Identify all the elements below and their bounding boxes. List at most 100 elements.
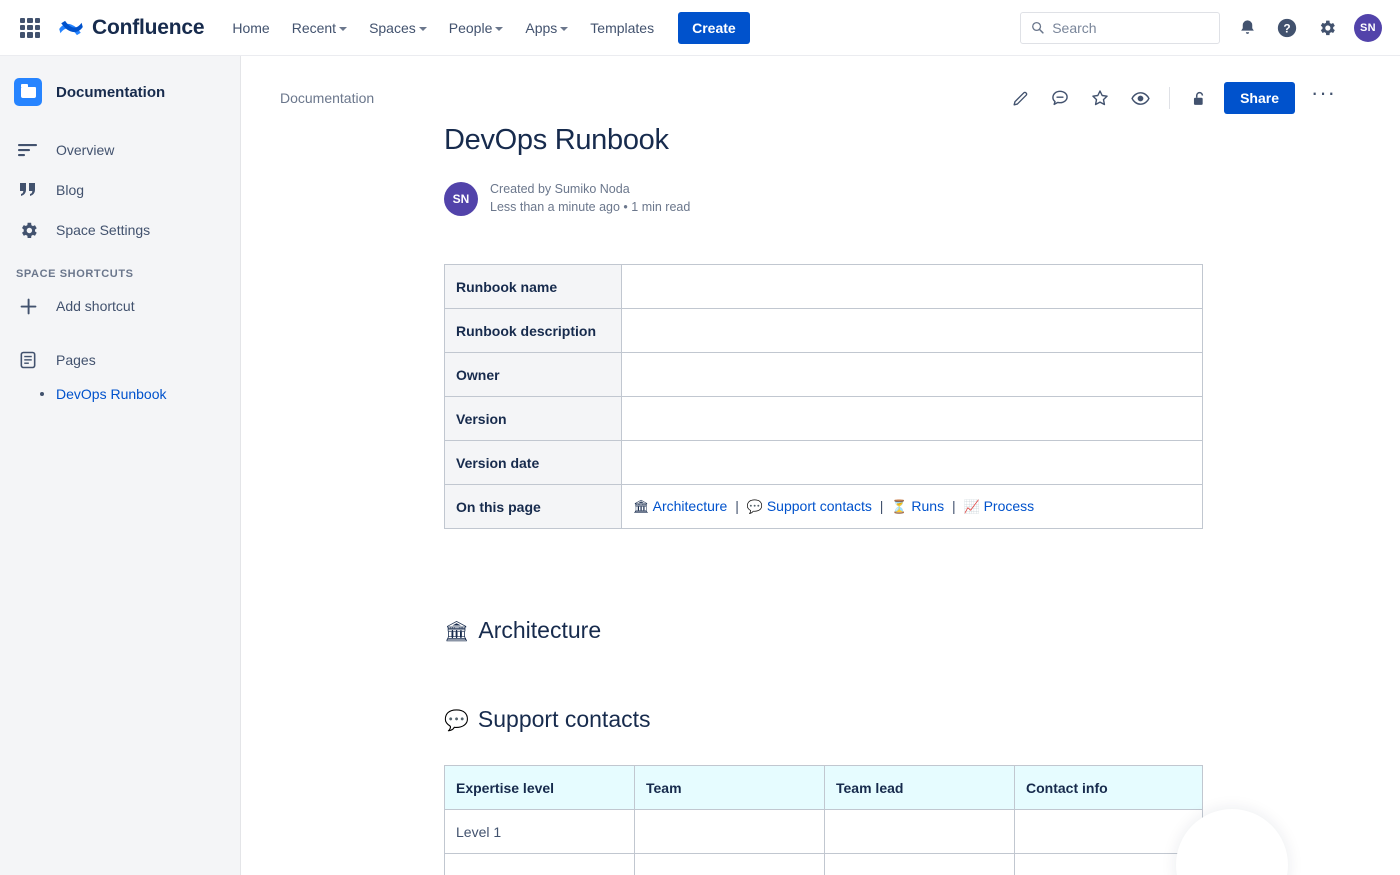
share-button[interactable]: Share <box>1224 82 1296 114</box>
toc-link-process[interactable]: Process <box>984 498 1035 514</box>
table-of-contents-cell: 🏛 Architecture | 💬 Support contacts | ⏳ … <box>621 484 1203 529</box>
sidebar-section-heading: SPACE SHORTCUTS <box>16 268 134 280</box>
lines-icon <box>16 142 40 158</box>
sidebar-item-add-shortcut[interactable]: Add shortcut <box>0 286 240 326</box>
nav-item-templates[interactable]: Templates <box>580 13 664 43</box>
page-byline: SN Created by Sumiko Noda Less than a mi… <box>444 181 1340 216</box>
sidebar-item-blog[interactable]: Blog <box>0 170 240 210</box>
star-button[interactable] <box>1085 83 1115 113</box>
table-row: Runbook name <box>444 264 1203 309</box>
app-switcher-icon[interactable] <box>18 16 42 40</box>
hourglass-emoji-icon: ⏳ <box>891 500 908 515</box>
column-header: Expertise level <box>444 765 635 810</box>
space-name: Documentation <box>56 83 166 101</box>
sidebar-item-overview[interactable]: Overview <box>0 130 240 170</box>
space-sidebar: Documentation Overview Blog Space Settin… <box>0 56 241 875</box>
plus-icon <box>16 296 40 317</box>
gear-icon <box>16 220 40 241</box>
top-navigation-bar: Confluence Home Recent Spaces People App… <box>0 0 1400 56</box>
sidebar-nav-list: Overview Blog Space Settings SPACE SHORT… <box>0 130 240 408</box>
row-value[interactable] <box>621 396 1203 441</box>
cell-team[interactable] <box>634 853 825 875</box>
cell-team-lead[interactable] <box>824 809 1015 854</box>
row-label: Version date <box>444 440 622 485</box>
pages-icon <box>16 350 40 370</box>
space-avatar-icon <box>14 78 42 106</box>
row-value[interactable] <box>621 352 1203 397</box>
cell-team[interactable] <box>634 809 825 854</box>
search-input[interactable] <box>1052 19 1209 36</box>
cell-contact-info[interactable] <box>1014 809 1203 854</box>
sidebar-item-space-settings[interactable]: Space Settings <box>0 210 240 250</box>
created-by-text: Created by Sumiko Noda <box>490 182 630 196</box>
heading-text: Architecture <box>478 617 602 643</box>
create-button[interactable]: Create <box>678 11 750 44</box>
nav-item-label: Spaces <box>369 19 416 36</box>
chevron-down-icon <box>495 26 504 31</box>
pencil-icon <box>1013 91 1027 106</box>
cell-expertise-level[interactable] <box>444 853 635 875</box>
help-button[interactable]: ? <box>1274 15 1300 41</box>
row-value[interactable] <box>621 308 1203 353</box>
toc-link-support-contacts[interactable]: Support contacts <box>767 498 872 514</box>
nav-item-apps[interactable]: Apps <box>515 13 578 43</box>
toc-link-runs[interactable]: Runs <box>911 498 944 514</box>
unlock-icon <box>1193 91 1203 105</box>
watch-button[interactable] <box>1125 83 1155 113</box>
confluence-logo-link[interactable]: Confluence <box>58 15 205 41</box>
sidebar-page-devops-runbook[interactable]: DevOps Runbook <box>0 380 240 408</box>
chevron-down-icon <box>560 26 569 31</box>
comment-button[interactable] <box>1045 83 1075 113</box>
confluence-logo-icon <box>59 20 83 35</box>
support-contacts-table: Expertise level Team Team lead Contact i… <box>444 765 1203 875</box>
cell-expertise-level[interactable]: Level 1 <box>444 809 635 854</box>
row-value[interactable] <box>621 264 1203 309</box>
row-label: Runbook description <box>444 308 622 353</box>
notifications-button[interactable] <box>1234 15 1260 41</box>
edit-button[interactable] <box>1005 83 1035 113</box>
document-body: DevOps Runbook SN Created by Sumiko Noda… <box>242 124 1400 875</box>
table-row: Version date <box>444 440 1203 485</box>
column-header: Contact info <box>1014 765 1203 810</box>
author-avatar: SN <box>444 181 478 216</box>
search-box[interactable] <box>1020 11 1220 44</box>
nav-item-label: People <box>448 19 493 36</box>
speech-balloon-emoji-icon: 💬 <box>746 500 763 515</box>
cell-contact-info[interactable] <box>1014 853 1203 875</box>
row-label: On this page <box>444 484 622 529</box>
table-row <box>444 853 1203 875</box>
row-value[interactable] <box>621 440 1203 485</box>
row-label: Version <box>444 396 622 441</box>
nav-item-spaces[interactable]: Spaces <box>359 13 437 43</box>
restrictions-button[interactable] <box>1184 83 1214 113</box>
nav-item-label: Apps <box>525 19 558 36</box>
settings-button[interactable] <box>1314 15 1340 41</box>
toc-link-architecture[interactable]: Architecture <box>653 498 728 514</box>
toc-separator: | <box>879 498 884 514</box>
brand-name: Confluence <box>92 15 205 39</box>
runbook-info-table: Runbook name Runbook description Owner V… <box>444 264 1203 529</box>
user-avatar[interactable]: SN <box>1354 13 1382 42</box>
breadcrumb[interactable]: Documentation <box>280 90 374 106</box>
chevron-down-icon <box>339 26 348 31</box>
space-header[interactable]: Documentation <box>0 70 240 114</box>
page-title: DevOps Runbook <box>444 124 669 156</box>
classical-building-emoji-icon: 🏛 <box>444 618 470 643</box>
sidebar-item-label: Blog <box>56 182 85 198</box>
more-actions-button[interactable]: ··· <box>1305 82 1342 108</box>
page-actions: Share ··· <box>1005 82 1342 114</box>
sidebar-item-label: Pages <box>56 352 96 368</box>
nav-item-people[interactable]: People <box>439 13 514 43</box>
row-label: Owner <box>444 352 622 397</box>
sidebar-item-pages[interactable]: Pages <box>0 340 240 380</box>
nav-item-label: Home <box>232 19 270 36</box>
sidebar-item-label: Space Settings <box>56 222 151 238</box>
nav-item-recent[interactable]: Recent <box>282 13 357 43</box>
toc-separator: | <box>951 498 956 514</box>
bell-icon <box>1240 20 1254 34</box>
cell-team-lead[interactable] <box>824 853 1015 875</box>
nav-item-home[interactable]: Home <box>222 13 279 43</box>
table-row: Level 1 <box>444 809 1203 854</box>
search-icon <box>1032 21 1044 34</box>
speech-balloon-emoji-icon: 💬 <box>444 707 469 732</box>
